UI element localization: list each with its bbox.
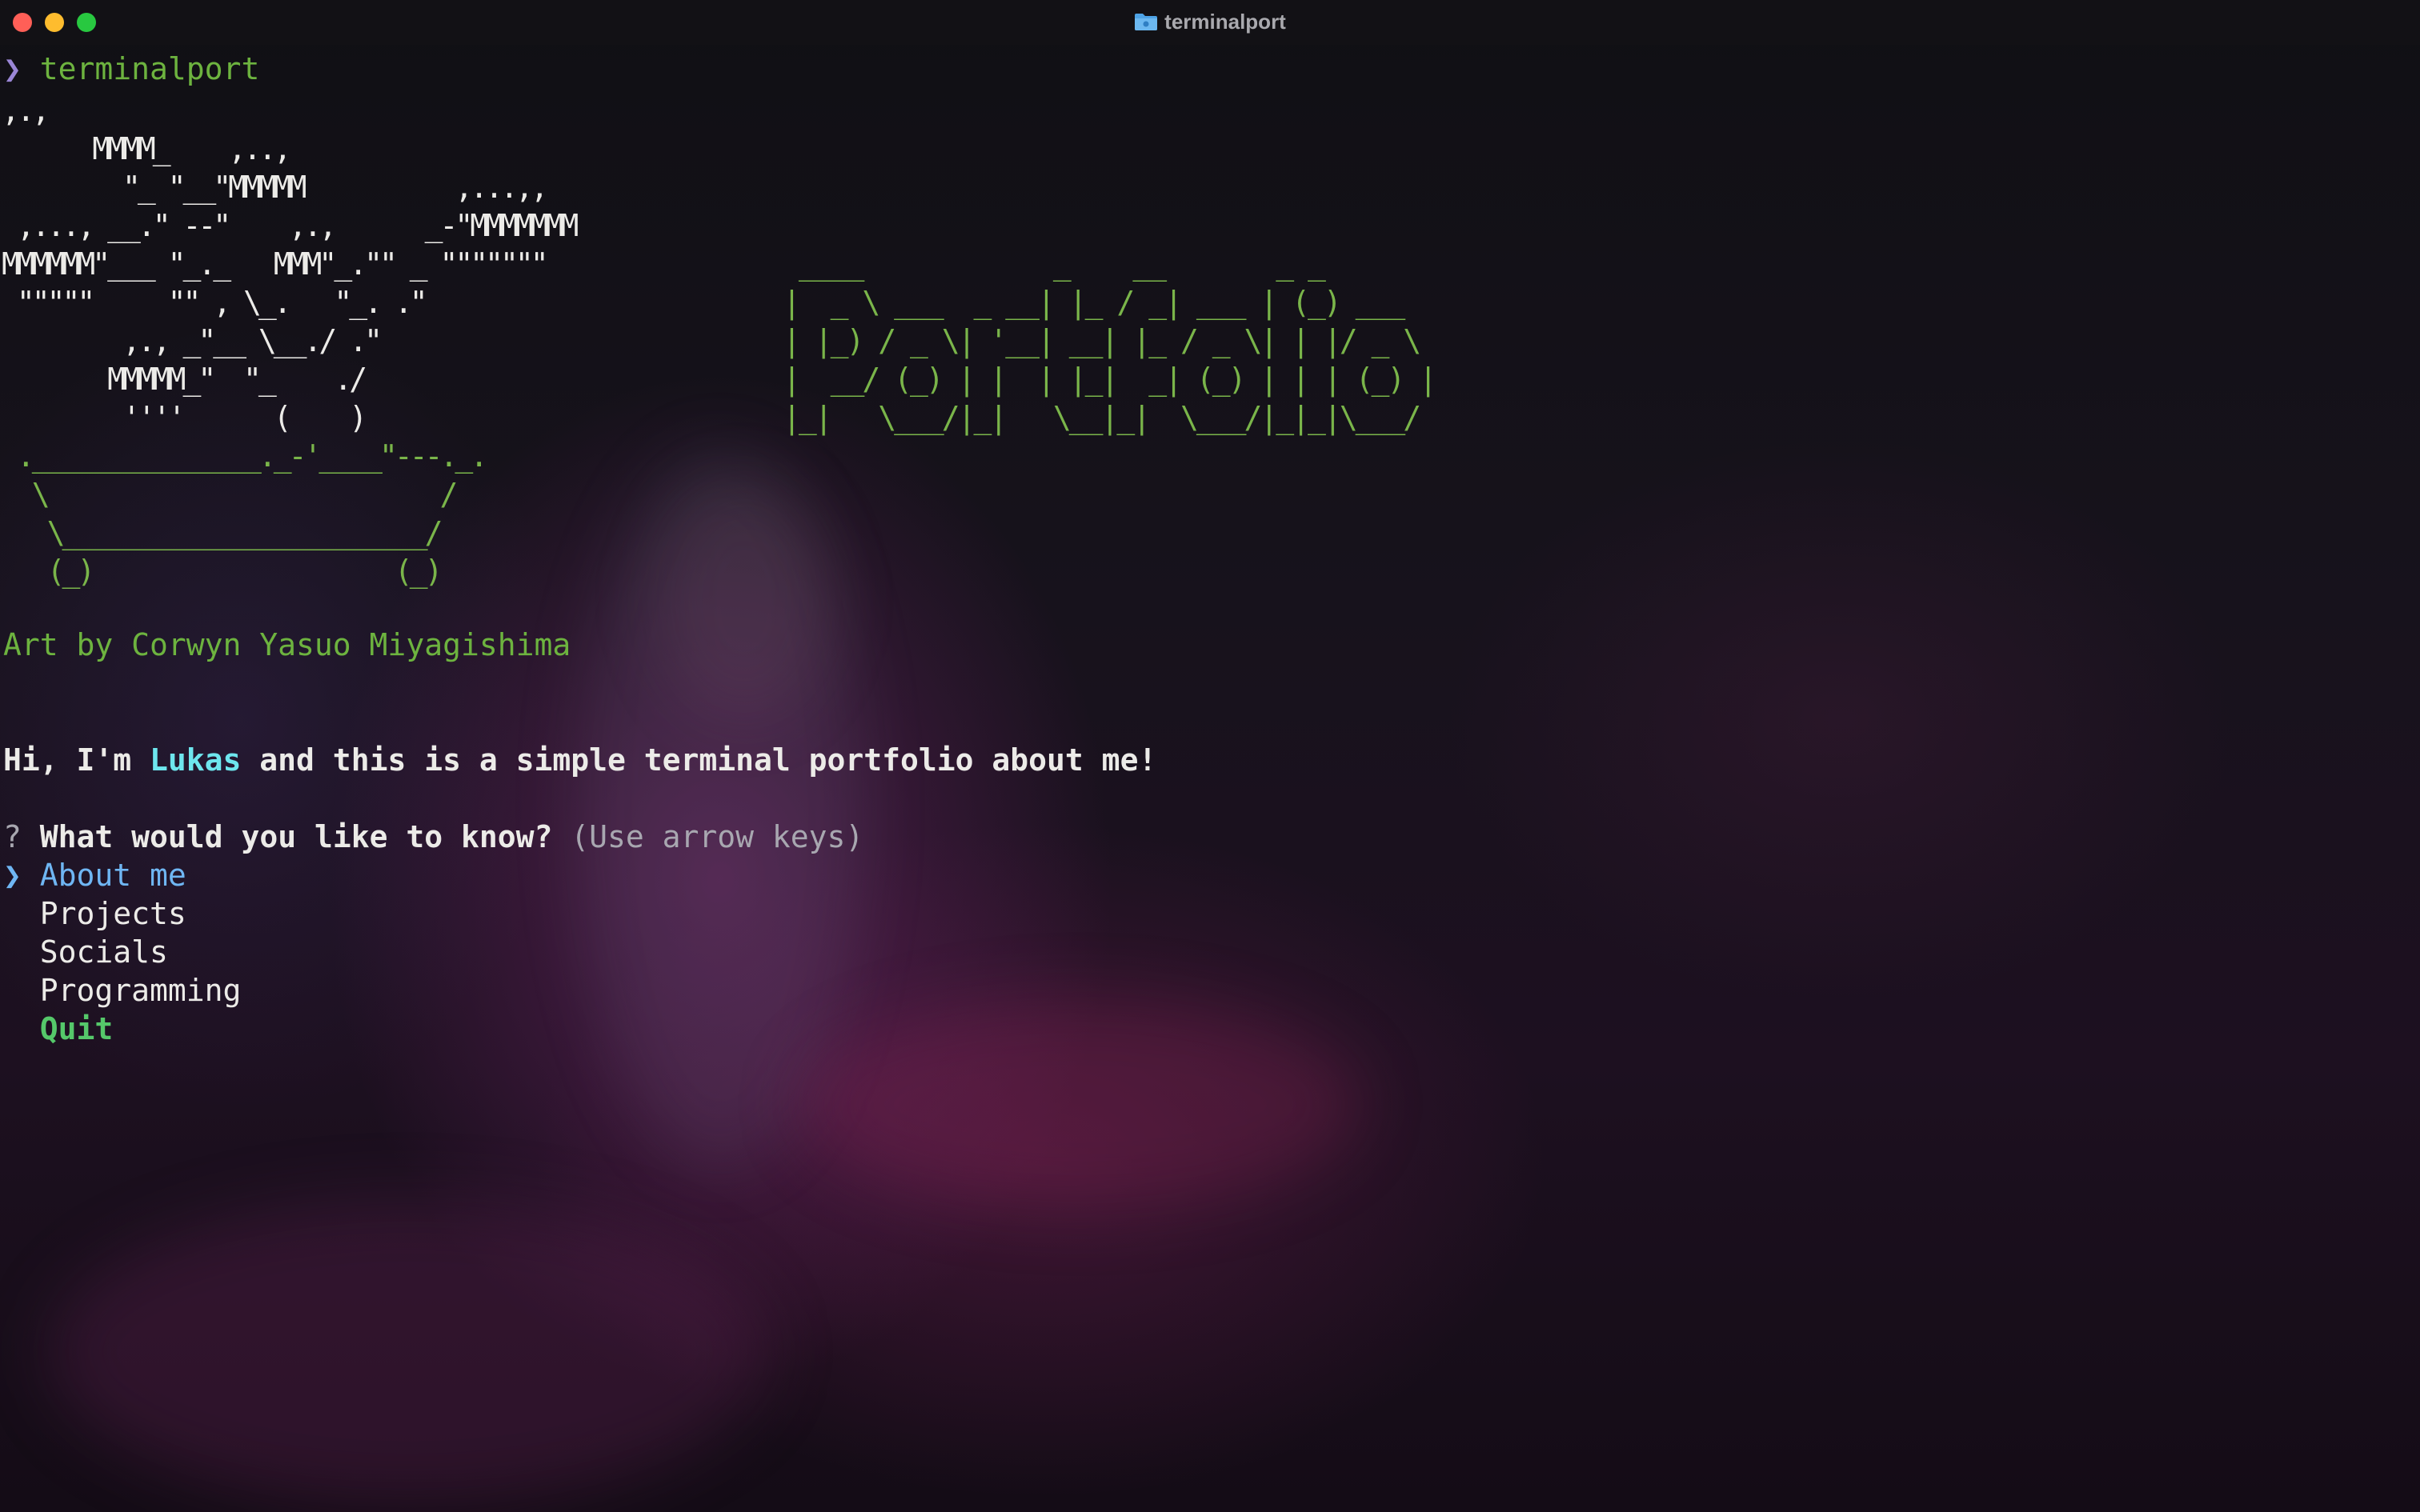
wallpaper-figure-face bbox=[656, 480, 832, 720]
wallpaper-figure-hair bbox=[576, 448, 864, 1168]
menu-item-projects[interactable]: Projects bbox=[3, 894, 186, 933]
menu-item-quit[interactable]: Quit bbox=[3, 1010, 114, 1048]
bonsai-foliage-art: ,., MMMM_ ,.., "_ "__"MMMMM ,...,, ,...,… bbox=[2, 93, 579, 435]
menu-item-label: Quit bbox=[39, 1011, 114, 1046]
prompt-line: ❯ terminalport bbox=[3, 50, 259, 88]
wallpaper-floor bbox=[48, 1200, 768, 1504]
menu-item-label: Programming bbox=[39, 973, 242, 1008]
question-marker: ? bbox=[3, 819, 22, 854]
menu-item-label: Socials bbox=[39, 934, 168, 970]
folder-icon bbox=[1135, 14, 1158, 30]
terminal-window: terminalport ❯ terminalport ,., MMMM_ ,.… bbox=[0, 0, 2420, 1512]
menu-item-label: Projects bbox=[39, 896, 186, 931]
intro-name: Lukas bbox=[150, 742, 242, 778]
menu-pointer: ❯ bbox=[3, 858, 22, 893]
window-title: terminalport bbox=[0, 10, 2420, 34]
menu-item-label: About me bbox=[39, 858, 186, 893]
prompt-command: terminalport bbox=[39, 51, 260, 86]
title-bar: terminalport bbox=[0, 0, 2420, 45]
menu-item-programming[interactable]: Programming bbox=[3, 971, 242, 1010]
bonsai-pot-art: ._______________._-'____"---._. \ / \___… bbox=[16, 438, 488, 589]
question-hint: (Use arrow keys) bbox=[571, 819, 864, 854]
intro-prefix: Hi, I'm bbox=[3, 742, 150, 778]
menu-item-socials[interactable]: Socials bbox=[3, 933, 168, 971]
portfolio-banner-art: ____ _ __ _ _ | _ \ ___ _ __| |_ / _| __… bbox=[783, 246, 1437, 435]
prompt-symbol: ❯ bbox=[3, 51, 22, 86]
question-text: What would you like to know? bbox=[39, 819, 553, 854]
menu-item-about-me[interactable]: ❯ About me bbox=[3, 856, 186, 894]
wallpaper-couch bbox=[800, 1000, 1360, 1208]
question-line: ? What would you like to know? (Use arro… bbox=[3, 818, 863, 856]
intro-suffix: and this is a simple terminal portfolio … bbox=[241, 742, 1157, 778]
art-credit: Art by Corwyn Yasuo Miyagishima bbox=[3, 627, 571, 662]
intro-line: Hi, I'm Lukas and this is a simple termi… bbox=[3, 741, 1156, 779]
